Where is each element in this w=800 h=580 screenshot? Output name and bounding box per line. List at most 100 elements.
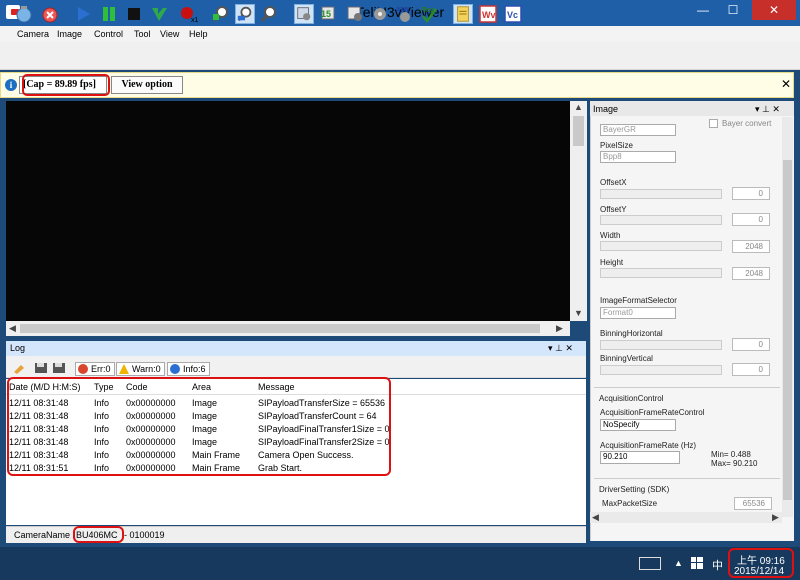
menu-view[interactable]: View xyxy=(160,29,179,39)
error-icon xyxy=(78,364,88,374)
viewer-vertical-scroll-thumb[interactable] xyxy=(573,116,584,146)
log-highlight xyxy=(7,377,391,476)
image-format-select[interactable]: Format0 xyxy=(600,307,676,319)
scroll-left-icon[interactable]: ◀ xyxy=(592,512,599,523)
menu-control[interactable]: Control xyxy=(94,29,123,39)
log-save-all-icon[interactable] xyxy=(52,362,66,374)
offset-y-value[interactable]: 0 xyxy=(732,213,770,226)
scroll-up-icon[interactable]: ▲ xyxy=(574,102,583,112)
image-panel-scroll-thumb[interactable] xyxy=(783,160,792,500)
bayer-convert-checkbox[interactable] xyxy=(709,119,718,128)
play-icon[interactable] xyxy=(73,4,93,24)
max-packet-size-value[interactable]: 65536 xyxy=(734,497,772,510)
binning-horizontal-label: BinningHorizontal xyxy=(600,329,663,338)
wv-icon[interactable]: Wv xyxy=(478,4,498,24)
trigger-icon[interactable] xyxy=(149,4,169,24)
height-label: Height xyxy=(600,258,624,267)
camera-serial: - 0100019 xyxy=(124,530,165,540)
image-panel-horizontal-scrollbar[interactable]: ◀ ▶ xyxy=(590,512,782,523)
register-icon[interactable]: Reg xyxy=(419,4,439,24)
pixel-size-select[interactable]: Bpp8 xyxy=(600,151,676,163)
menu-image[interactable]: Image xyxy=(57,29,82,39)
pause-icon[interactable] xyxy=(99,4,119,24)
zoom-out-icon[interactable] xyxy=(259,4,279,24)
info-strip: i [Cap = 89.89 fps] View option ✕ xyxy=(0,72,794,98)
settings-icon-3[interactable] xyxy=(345,4,365,24)
image-panel-controls[interactable]: ▾ ⊥ ✕ xyxy=(755,104,780,115)
log-info-filter[interactable]: Info:6 xyxy=(167,362,210,376)
xml-label: XML xyxy=(395,7,411,14)
offset-x-slider[interactable] xyxy=(600,189,722,199)
view-option-button[interactable]: View option xyxy=(111,76,183,94)
menu-help[interactable]: Help xyxy=(189,29,208,39)
binning-vertical-label: BinningVertical xyxy=(600,354,653,363)
acq-rate-control-select[interactable]: NoSpecify xyxy=(600,419,676,431)
info-circle-icon xyxy=(170,364,180,374)
settings-icon-4[interactable] xyxy=(370,4,390,24)
camera-open-icon[interactable] xyxy=(14,4,34,24)
windows-flag-icon[interactable] xyxy=(691,557,703,569)
scroll-left-icon[interactable]: ◀ xyxy=(9,323,16,334)
acq-rate-input[interactable]: 90.210 xyxy=(600,451,680,464)
width-value[interactable]: 2048 xyxy=(732,240,770,253)
acq-rate-max: Max= 90.210 xyxy=(711,459,758,468)
camera-close-icon[interactable] xyxy=(40,4,60,24)
doc-icon[interactable] xyxy=(453,4,473,24)
scroll-right-icon[interactable]: ▶ xyxy=(556,323,563,334)
binning-horizontal-value[interactable]: 0 xyxy=(732,338,770,351)
log-panel-header xyxy=(6,341,586,356)
log-clear-icon[interactable] xyxy=(12,362,26,374)
settings-icon[interactable] xyxy=(294,4,314,24)
toolbar xyxy=(0,42,800,70)
offset-x-label: OffsetX xyxy=(600,178,627,187)
settings-icon-2[interactable]: 15 xyxy=(319,4,339,24)
zoom-in-icon[interactable] xyxy=(211,4,231,24)
log-warning-filter[interactable]: Warn:0 xyxy=(116,362,165,376)
log-error-count: Err:0 xyxy=(91,364,111,374)
close-button[interactable]: ✕ xyxy=(752,0,796,20)
binning-vertical-slider[interactable] xyxy=(600,365,722,375)
log-error-filter[interactable]: Err:0 xyxy=(75,362,115,376)
scroll-down-icon[interactable]: ▼ xyxy=(574,308,583,318)
menu-tool[interactable]: Tool xyxy=(134,29,151,39)
offset-y-slider[interactable] xyxy=(600,215,722,225)
info-strip-close-button[interactable]: ✕ xyxy=(781,77,791,91)
binning-horizontal-slider[interactable] xyxy=(600,340,722,350)
height-value[interactable]: 2048 xyxy=(732,267,770,280)
maximize-button[interactable]: ☐ xyxy=(718,0,748,20)
ime-indicator[interactable]: 中 xyxy=(712,557,723,573)
keyboard-icon[interactable] xyxy=(639,557,661,570)
width-slider[interactable] xyxy=(600,241,722,251)
wv-label: Wv xyxy=(482,10,496,20)
image-viewer[interactable] xyxy=(6,101,570,321)
acq-rate-control-label: AcquisitionFrameRateControl xyxy=(600,408,705,417)
offset-x-value[interactable]: 0 xyxy=(732,187,770,200)
stop-icon[interactable] xyxy=(124,4,144,24)
scroll-right-icon[interactable]: ▶ xyxy=(772,512,779,523)
log-panel-controls[interactable]: ▾ ⊥ ✕ xyxy=(548,343,573,354)
zoom-fit-icon[interactable] xyxy=(235,4,255,24)
clock-highlight xyxy=(728,548,794,578)
tray-chevron-icon[interactable]: ▲ xyxy=(674,558,683,568)
log-info-count: Info:6 xyxy=(183,364,206,374)
xml-icon[interactable]: XML xyxy=(395,4,415,24)
warning-icon xyxy=(119,364,129,374)
group-divider xyxy=(594,478,780,479)
reg-label: Reg xyxy=(421,7,435,14)
pixel-color-filter-select[interactable]: BayerGR xyxy=(600,124,676,136)
vc-label: Vc xyxy=(507,10,518,20)
fps-highlight xyxy=(22,74,110,96)
minimize-button[interactable]: — xyxy=(688,0,718,20)
viewer-horizontal-scroll-thumb[interactable] xyxy=(20,324,540,333)
image-panel-title: Image xyxy=(593,104,619,114)
offset-y-label: OffsetY xyxy=(600,205,627,214)
binning-vertical-value[interactable]: 0 xyxy=(732,363,770,376)
vc-icon[interactable]: Vc xyxy=(503,4,523,24)
height-slider[interactable] xyxy=(600,268,722,278)
pixel-color-filter-value: BayerGR xyxy=(603,125,636,134)
log-save-icon[interactable] xyxy=(34,362,48,374)
record-icon[interactable]: x1 xyxy=(178,4,199,24)
menu-camera[interactable]: Camera xyxy=(17,29,49,39)
log-title: Log xyxy=(10,343,26,353)
info-icon: i xyxy=(5,79,17,91)
